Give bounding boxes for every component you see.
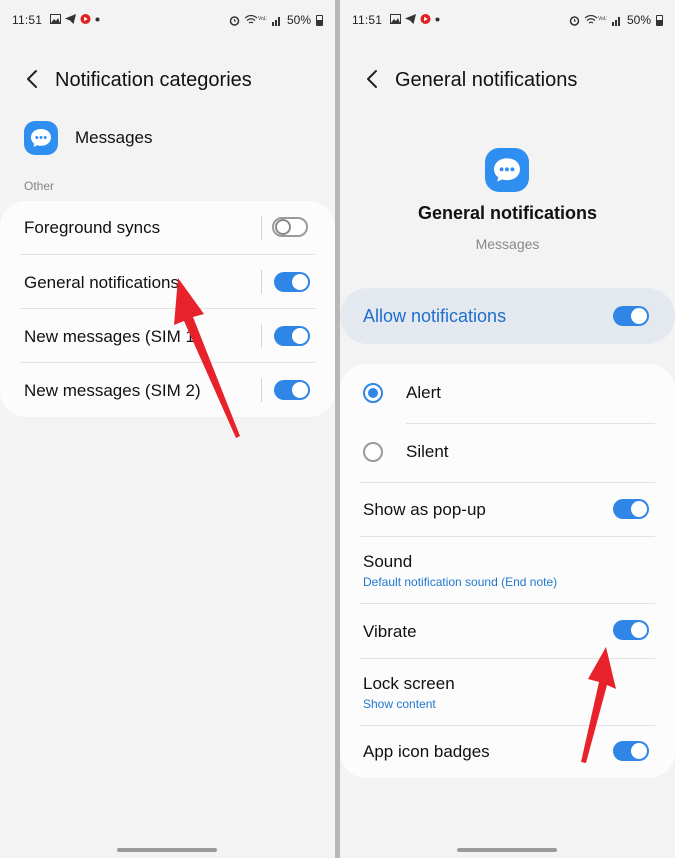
toggle-switch[interactable]: [274, 272, 310, 292]
signal-icon: [611, 16, 620, 26]
battery-percent: 50%: [286, 13, 311, 27]
radio-button[interactable]: [363, 383, 383, 403]
telegram-icon: [65, 14, 76, 24]
toggle-switch[interactable]: [274, 380, 310, 400]
allow-notifications-toggle[interactable]: [613, 306, 649, 326]
option-label: Silent: [406, 442, 449, 461]
separator: [261, 324, 262, 348]
home-indicator: [117, 848, 217, 852]
app-row[interactable]: Messages: [24, 118, 152, 158]
setting-label: Show as pop-up: [363, 500, 486, 519]
app-subheading: Messages: [475, 236, 540, 252]
dot-icon: [435, 17, 440, 21]
toggle-switch[interactable]: [272, 217, 308, 237]
option-label: Alert: [406, 383, 441, 402]
categories-card: Foreground syncs General notifications N…: [0, 201, 335, 417]
header: Notification categories: [0, 62, 335, 98]
alarm-icon: [569, 15, 580, 26]
allow-notifications-label: Allow notifications: [363, 306, 507, 326]
settings-card: Alert Silent Show as pop-up Sound Defaul…: [340, 364, 675, 778]
setting-label: App icon badges: [363, 742, 490, 761]
category-row-sim1[interactable]: New messages (SIM 1): [0, 309, 335, 363]
battery-icon: [656, 14, 663, 26]
separator: [261, 378, 262, 402]
status-time: 11:51: [12, 13, 43, 27]
signal-icon: [271, 16, 280, 26]
youtube-icon: [420, 14, 431, 24]
status-system-icons: VoLTE 50%: [229, 13, 323, 27]
allow-notifications-row[interactable]: Allow notifications: [340, 288, 675, 344]
home-indicator: [457, 848, 557, 852]
separator: [261, 216, 262, 240]
back-icon[interactable]: [362, 68, 384, 90]
category-label: Foreground syncs: [24, 218, 161, 237]
status-system-icons: VoLTE 50%: [569, 13, 663, 27]
app-name: Messages: [75, 128, 153, 147]
messages-icon: [485, 148, 529, 192]
right-screen: 11:51 VoLTE 50% General notifications Ge…: [340, 0, 675, 858]
telegram-icon: [405, 14, 416, 24]
radio-button[interactable]: [363, 442, 383, 462]
status-notification-icons: [50, 14, 100, 24]
setting-value: Default notification sound (End note): [363, 575, 558, 589]
category-row-foreground-syncs[interactable]: Foreground syncs: [0, 201, 335, 255]
option-silent[interactable]: Silent: [340, 424, 675, 482]
setting-label: Vibrate: [363, 622, 417, 641]
youtube-icon: [80, 14, 91, 24]
toggle-switch[interactable]: [613, 620, 649, 640]
option-alert[interactable]: Alert: [340, 364, 675, 423]
status-bar: 11:51 VoLTE 50%: [340, 13, 675, 31]
battery-icon: [316, 14, 323, 26]
left-screen: 11:51 VoLTE 50% Notification categories …: [0, 0, 335, 858]
setting-lock-screen[interactable]: Lock screen Show content: [340, 659, 675, 725]
category-label: General notifications: [24, 273, 179, 292]
back-icon[interactable]: [22, 68, 44, 90]
page-title: Notification categories: [55, 69, 252, 91]
toggle-switch[interactable]: [274, 326, 310, 346]
section-label: Other: [24, 179, 55, 193]
wifi-calling-icon: VoLTE: [584, 14, 607, 23]
setting-label: Sound: [363, 552, 413, 571]
category-row-sim2[interactable]: New messages (SIM 2): [0, 363, 335, 417]
status-bar: 11:51 VoLTE 50%: [0, 13, 335, 31]
app-heading: General notifications: [417, 203, 598, 223]
gallery-icon: [390, 14, 401, 24]
wifi-calling-icon: VoLTE: [244, 14, 267, 23]
header: General notifications: [340, 62, 675, 98]
category-label: New messages (SIM 1): [24, 327, 201, 346]
status-time: 11:51: [352, 13, 383, 27]
dot-icon: [95, 17, 100, 21]
toggle-switch[interactable]: [613, 499, 649, 519]
messages-icon: [24, 121, 58, 155]
setting-sound[interactable]: Sound Default notification sound (End no…: [340, 537, 675, 603]
setting-vibrate[interactable]: Vibrate: [340, 604, 675, 658]
status-notification-icons: [390, 14, 440, 24]
setting-show-popup[interactable]: Show as pop-up: [340, 483, 675, 537]
svg-text:VoLTE: VoLTE: [258, 16, 267, 22]
battery-percent: 50%: [626, 13, 651, 27]
toggle-switch[interactable]: [613, 741, 649, 761]
alarm-icon: [229, 15, 240, 26]
setting-value: Show content: [363, 697, 436, 711]
setting-label: Lock screen: [363, 674, 455, 693]
category-label: New messages (SIM 2): [24, 381, 201, 400]
separator: [261, 270, 262, 294]
svg-text:VoLTE: VoLTE: [598, 16, 607, 22]
gallery-icon: [50, 14, 61, 24]
setting-app-icon-badges[interactable]: App icon badges: [340, 726, 675, 778]
page-title: General notifications: [395, 69, 578, 91]
category-row-general-notifications[interactable]: General notifications: [0, 255, 335, 309]
